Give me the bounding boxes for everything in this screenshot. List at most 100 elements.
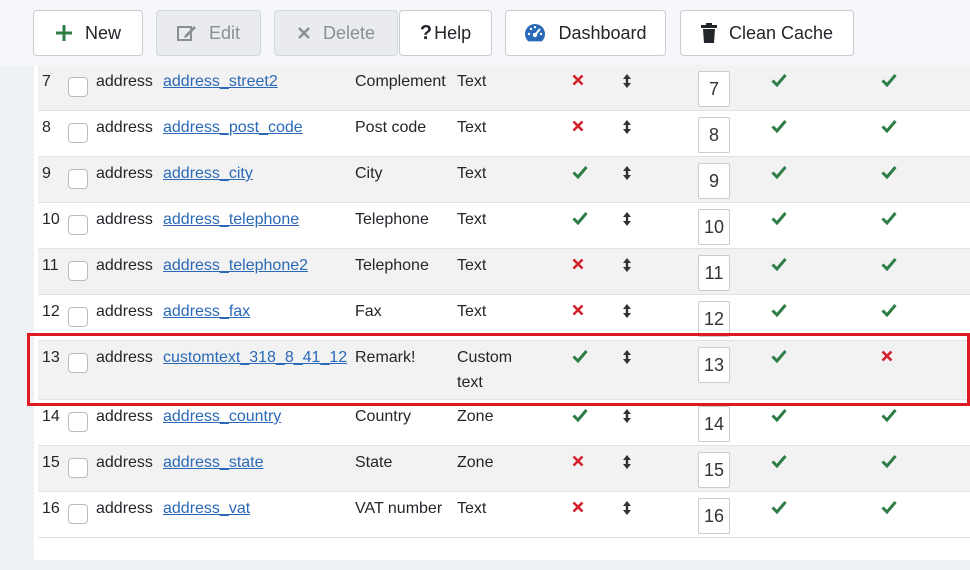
field-section: address bbox=[96, 349, 153, 366]
check-icon bbox=[881, 304, 897, 321]
row-checkbox[interactable] bbox=[68, 77, 88, 97]
published-toggle[interactable] bbox=[771, 257, 787, 276]
published-toggle[interactable] bbox=[771, 349, 787, 368]
field-section: address bbox=[96, 257, 153, 274]
ordering-input[interactable]: 11 bbox=[698, 255, 730, 291]
field-name-link[interactable]: address_country bbox=[163, 408, 281, 426]
row-checkbox[interactable] bbox=[68, 123, 88, 143]
drag-handle-icon[interactable] bbox=[623, 409, 631, 428]
required-toggle[interactable] bbox=[572, 119, 584, 137]
ordering-input[interactable]: 16 bbox=[698, 498, 730, 534]
required-toggle[interactable] bbox=[572, 257, 584, 275]
field-title: State bbox=[355, 454, 393, 471]
row-checkbox[interactable] bbox=[68, 458, 88, 478]
field-section: address bbox=[96, 454, 153, 471]
field-title: City bbox=[355, 165, 383, 182]
cross-icon bbox=[881, 349, 893, 366]
drag-handle-icon[interactable] bbox=[623, 212, 631, 231]
edit-button[interactable]: Edit bbox=[156, 10, 261, 56]
published-toggle[interactable] bbox=[771, 454, 787, 473]
ordering-input[interactable]: 9 bbox=[698, 163, 730, 199]
row-checkbox[interactable] bbox=[68, 215, 88, 235]
required-toggle[interactable] bbox=[572, 408, 588, 427]
required-toggle[interactable] bbox=[572, 349, 588, 368]
drag-handle-icon[interactable] bbox=[623, 501, 631, 520]
ordering-input[interactable]: 15 bbox=[698, 452, 730, 488]
plus-icon bbox=[55, 24, 73, 42]
field-section: address bbox=[96, 303, 153, 320]
field-name-link[interactable]: address_post_code bbox=[163, 119, 303, 137]
registration-toggle[interactable] bbox=[881, 119, 897, 138]
registration-toggle[interactable] bbox=[881, 349, 893, 367]
published-toggle[interactable] bbox=[771, 165, 787, 184]
drag-handle-icon[interactable] bbox=[623, 120, 631, 139]
published-toggle[interactable] bbox=[771, 408, 787, 427]
ordering-input[interactable]: 10 bbox=[698, 209, 730, 245]
drag-handle-icon[interactable] bbox=[623, 350, 631, 369]
field-title: Post code bbox=[355, 119, 427, 136]
check-icon bbox=[771, 120, 787, 137]
registration-toggle[interactable] bbox=[881, 500, 897, 519]
ordering-input[interactable]: 7 bbox=[698, 71, 730, 107]
help-button[interactable]: ? Help bbox=[399, 10, 492, 56]
field-name-link[interactable]: address_vat bbox=[163, 500, 250, 518]
field-type: Text bbox=[457, 500, 487, 517]
published-toggle[interactable] bbox=[771, 119, 787, 138]
field-name-link[interactable]: customtext_318_8_41_12 bbox=[163, 349, 347, 367]
row-checkbox[interactable] bbox=[68, 353, 88, 373]
row-checkbox[interactable] bbox=[68, 412, 88, 432]
field-section: address bbox=[96, 73, 153, 90]
required-toggle[interactable] bbox=[572, 165, 588, 184]
published-toggle[interactable] bbox=[771, 303, 787, 322]
field-name-link[interactable]: address_telephone2 bbox=[163, 257, 308, 275]
check-icon bbox=[881, 120, 897, 137]
ordering-input[interactable]: 14 bbox=[698, 406, 730, 442]
row-checkbox[interactable] bbox=[68, 169, 88, 189]
registration-toggle[interactable] bbox=[881, 73, 897, 92]
ordering-input[interactable]: 12 bbox=[698, 301, 730, 337]
published-toggle[interactable] bbox=[771, 500, 787, 519]
delete-button[interactable]: Delete bbox=[274, 10, 398, 56]
check-icon bbox=[771, 258, 787, 275]
registration-toggle[interactable] bbox=[881, 303, 897, 322]
field-name-link[interactable]: address_street2 bbox=[163, 73, 278, 91]
registration-toggle[interactable] bbox=[881, 454, 897, 473]
registration-toggle[interactable] bbox=[881, 408, 897, 427]
row-number: 7 bbox=[42, 73, 51, 90]
required-toggle[interactable] bbox=[572, 73, 584, 91]
row-number: 15 bbox=[42, 454, 60, 471]
row-number: 11 bbox=[42, 257, 59, 274]
dashboard-button[interactable]: Dashboard bbox=[505, 10, 666, 56]
required-toggle[interactable] bbox=[572, 303, 584, 321]
drag-handle-icon[interactable] bbox=[623, 74, 631, 93]
required-toggle[interactable] bbox=[572, 211, 588, 230]
field-name-link[interactable]: address_state bbox=[163, 454, 264, 472]
published-toggle[interactable] bbox=[771, 73, 787, 92]
field-name-link[interactable]: address_city bbox=[163, 165, 253, 183]
registration-toggle[interactable] bbox=[881, 257, 897, 276]
field-type: Zone bbox=[457, 408, 494, 425]
row-number: 12 bbox=[42, 303, 60, 320]
dashboard-button-label: Dashboard bbox=[558, 22, 647, 43]
check-icon bbox=[881, 258, 897, 275]
required-toggle[interactable] bbox=[572, 454, 584, 472]
ordering-input[interactable]: 8 bbox=[698, 117, 730, 153]
registration-toggle[interactable] bbox=[881, 165, 897, 184]
registration-toggle[interactable] bbox=[881, 211, 897, 230]
field-name-link[interactable]: address_telephone bbox=[163, 211, 299, 229]
drag-handle-icon[interactable] bbox=[623, 166, 631, 185]
drag-handle-icon[interactable] bbox=[623, 455, 631, 474]
clean-cache-button-label: Clean Cache bbox=[728, 22, 834, 43]
row-checkbox[interactable] bbox=[68, 261, 88, 281]
clean-cache-button[interactable]: Clean Cache bbox=[680, 10, 854, 56]
published-toggle[interactable] bbox=[771, 211, 787, 230]
ordering-input[interactable]: 13 bbox=[698, 347, 730, 383]
required-toggle[interactable] bbox=[572, 500, 584, 518]
field-title: VAT number bbox=[355, 500, 443, 517]
row-checkbox[interactable] bbox=[68, 307, 88, 327]
drag-handle-icon[interactable] bbox=[623, 304, 631, 323]
field-name-link[interactable]: address_fax bbox=[163, 303, 250, 321]
row-checkbox[interactable] bbox=[68, 504, 88, 524]
new-button[interactable]: New bbox=[33, 10, 143, 56]
drag-handle-icon[interactable] bbox=[623, 258, 631, 277]
